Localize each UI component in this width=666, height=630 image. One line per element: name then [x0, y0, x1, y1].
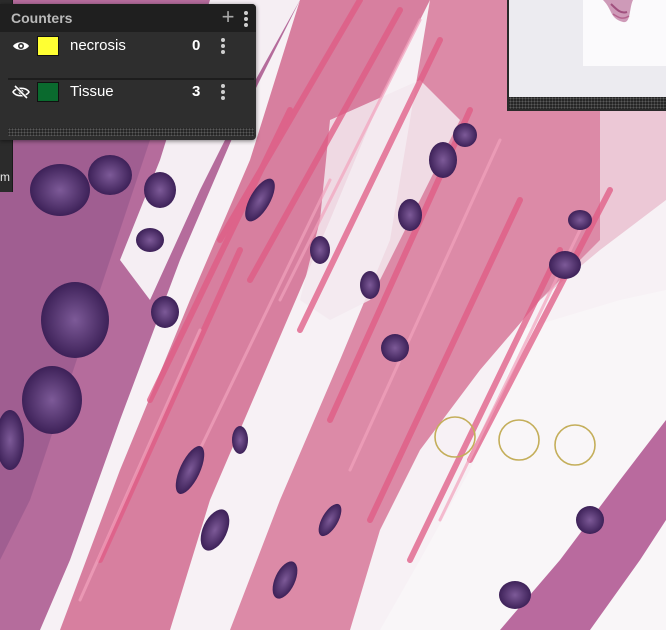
counters-panel: Counters + necrosis 0 Tissue 3	[0, 4, 256, 140]
counter-color-swatch[interactable]	[37, 36, 59, 56]
counter-marker[interactable]	[434, 416, 476, 458]
counter-count: 3	[192, 83, 201, 100]
vertical-dots-icon[interactable]	[243, 11, 249, 29]
vertical-dots-icon[interactable]	[220, 84, 226, 102]
slide-viewer[interactable]: rs m Counters + necrosis 0	[0, 0, 666, 630]
counter-marker[interactable]	[554, 424, 596, 466]
vertical-dots-icon[interactable]	[220, 38, 226, 56]
overview-thumbnail[interactable]	[583, 0, 666, 66]
counter-marker[interactable]	[498, 419, 540, 461]
counter-color-swatch[interactable]	[37, 82, 59, 102]
thumbnail-image	[583, 0, 666, 66]
counter-row-necrosis[interactable]: necrosis 0	[8, 34, 254, 78]
plus-icon[interactable]: +	[218, 6, 238, 28]
panel-resize-grip[interactable]	[8, 128, 254, 136]
panel-resize-grip[interactable]	[509, 97, 666, 109]
eye-slash-icon[interactable]	[12, 85, 30, 99]
counter-row-tissue[interactable]: Tissue 3	[8, 80, 254, 124]
counters-header: Counters +	[0, 4, 256, 32]
left-panel-text-fragment: m	[0, 170, 10, 184]
counters-title: Counters	[11, 10, 73, 26]
counter-count: 0	[192, 37, 201, 54]
counter-name: Tissue	[70, 83, 114, 100]
eye-icon[interactable]	[12, 39, 30, 53]
overview-panel[interactable]	[507, 0, 666, 111]
counter-name: necrosis	[70, 37, 126, 54]
